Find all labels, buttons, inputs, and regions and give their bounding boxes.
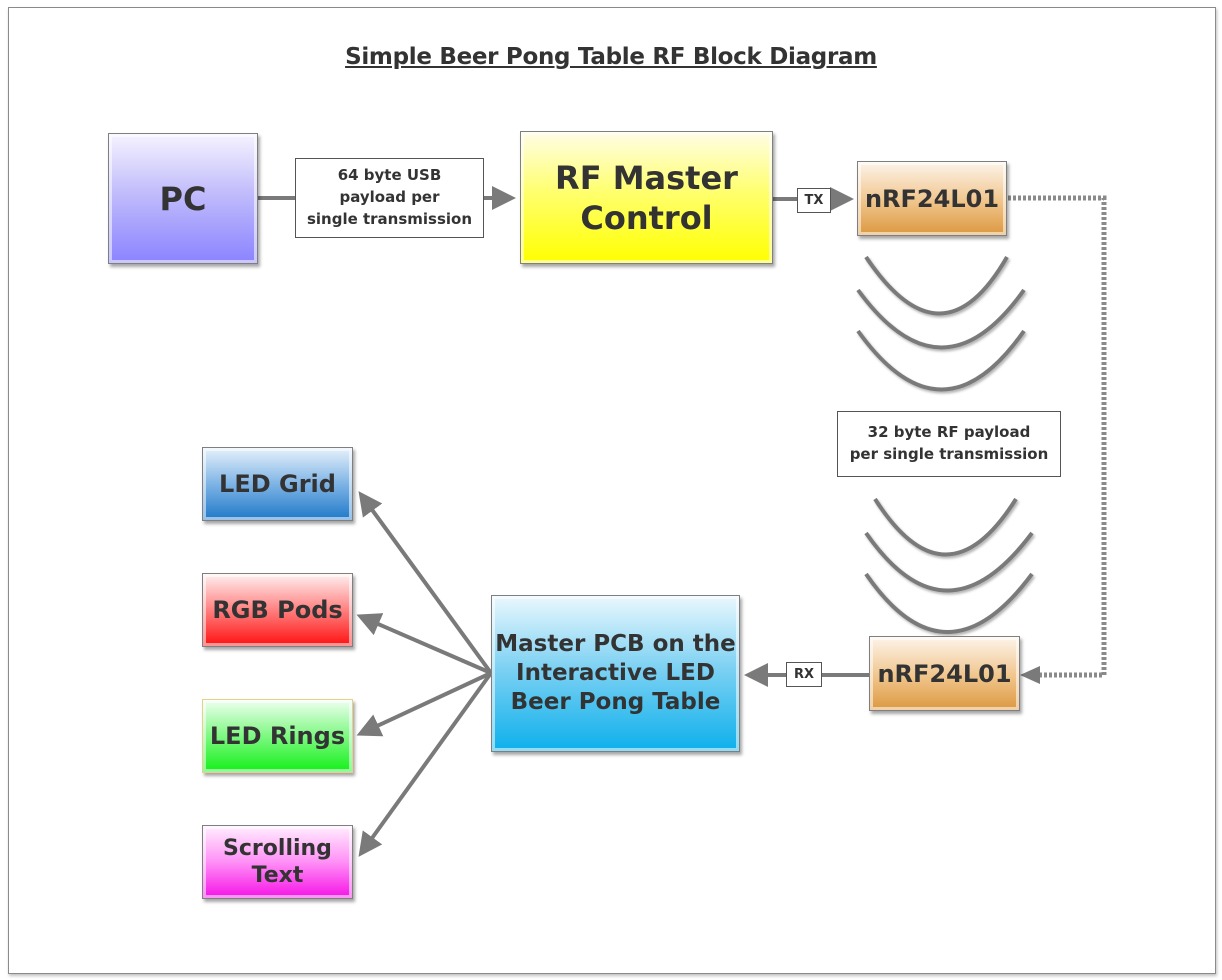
nrf24l01-tx-block: nRF24L01	[857, 161, 1007, 236]
led-grid-block: LED Grid	[202, 447, 353, 521]
usb-payload-label: 64 byte USB payload per single transmiss…	[295, 158, 484, 238]
led-rings-label: LED Rings	[209, 722, 346, 750]
rf-payload-line: per single transmission	[849, 445, 1049, 463]
rf-master-control-line: Control	[580, 198, 713, 237]
scrolling-text-line: Scrolling	[223, 835, 332, 861]
master-pcb-line: Master PCB on the	[495, 631, 736, 658]
usb-payload-line: single transmission	[306, 209, 473, 228]
usb-payload-line: 64 byte USB	[337, 166, 442, 185]
rgb-pods-block: RGB Pods	[202, 573, 353, 647]
diagram-title: Simple Beer Pong Table RF Block Diagram	[345, 44, 877, 70]
scrolling-text-line: Text	[251, 863, 304, 888]
rf-master-control-block: RF Master Control	[520, 131, 773, 264]
rf-payload-line: 32 byte RF payload	[867, 423, 1031, 442]
rgb-pods-label: RGB Pods	[212, 596, 343, 624]
rf-master-control-line: RF Master	[555, 158, 738, 197]
pc-label: PC	[159, 179, 207, 218]
master-pcb-line: Beer Pong Table	[510, 688, 721, 715]
nrf24l01-rx-block: nRF24L01	[869, 636, 1020, 711]
nrf-rx-label: nRF24L01	[877, 659, 1012, 688]
rf-payload-label: 32 byte RF payload per single transmissi…	[837, 411, 1061, 477]
master-pcb-block: Master PCB on the Interactive LED Beer P…	[491, 595, 740, 752]
tx-tag: TX	[797, 188, 831, 213]
rx-tag: RX	[786, 662, 822, 687]
pc-block: PC	[108, 133, 258, 264]
led-grid-label: LED Grid	[219, 470, 336, 498]
nrf-tx-label: nRF24L01	[864, 184, 1000, 213]
led-rings-block: LED Rings	[202, 699, 353, 773]
scrolling-text-block: Scrolling Text	[202, 825, 353, 899]
master-pcb-line: Interactive LED	[516, 660, 715, 687]
usb-payload-line: payload per	[339, 188, 440, 207]
